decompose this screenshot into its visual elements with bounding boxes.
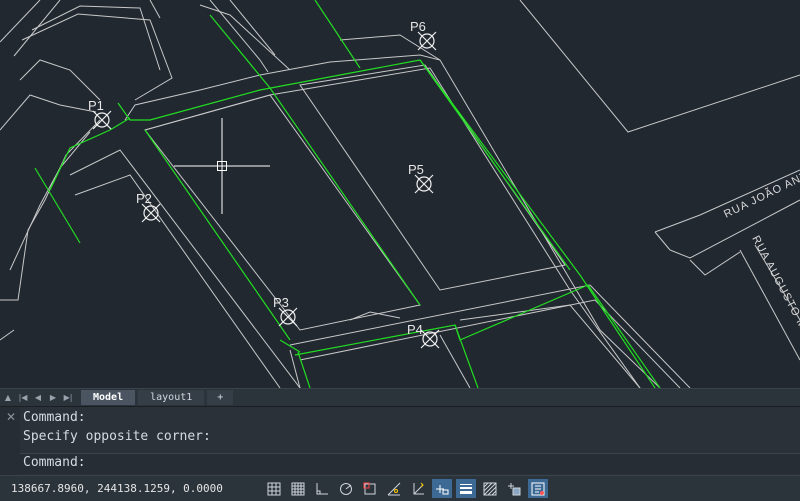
snap-grid-icon[interactable]: [288, 479, 308, 498]
object-snap-tracking-icon[interactable]: [384, 479, 404, 498]
grid-display-icon[interactable]: [264, 479, 284, 498]
last-tab-icon[interactable]: ▶|: [61, 390, 75, 405]
ortho-icon[interactable]: [312, 479, 332, 498]
tab-layout1[interactable]: layout1: [138, 390, 205, 405]
command-history-line: Specify opposite corner:: [23, 429, 211, 444]
tab-scroll-up-icon[interactable]: ▲: [1, 390, 15, 405]
transparency-icon[interactable]: [480, 479, 500, 498]
layout-tab-bar: ▲ |◀ ◀ ▶ ▶| Model layout1 +: [0, 388, 800, 406]
lineweight-icon[interactable]: [456, 479, 476, 498]
point-marker-p4[interactable]: [420, 329, 440, 349]
tab-model[interactable]: Model: [81, 390, 136, 405]
polar-tracking-icon[interactable]: [336, 479, 356, 498]
point-label-p5: P5: [408, 162, 424, 177]
point-label-p2: P2: [136, 191, 152, 206]
point-marker-p5[interactable]: [414, 174, 434, 194]
linework: [0, 0, 800, 388]
add-layout-tab-button[interactable]: +: [207, 390, 234, 405]
object-snap-icon[interactable]: [360, 479, 380, 498]
point-labels: P1 P2 P3 P4 P5 P6: [88, 19, 426, 337]
crosshair-cursor-icon: [174, 118, 270, 214]
point-marker-p3[interactable]: [278, 307, 298, 327]
cursor-coordinates[interactable]: 138667.8960, 244138.1259, 0.0000: [11, 482, 223, 495]
point-marker-p6[interactable]: [417, 31, 437, 51]
close-icon[interactable]: ✕: [4, 410, 18, 424]
parcel-boundary: [34, 0, 661, 388]
point-marker-p1[interactable]: [92, 110, 112, 130]
command-prompt: Command:: [23, 455, 86, 470]
model-space-canvas[interactable]: P1 P2 P3 P4 P5 P6 RUA JOÃO ANT RUA AUGUS…: [0, 0, 800, 388]
command-line-panel: ✕ Command: Specify opposite corner: Comm…: [0, 406, 800, 475]
selection-cycling-icon[interactable]: [504, 479, 524, 498]
dynamic-input-icon[interactable]: [432, 479, 452, 498]
drawing-svg[interactable]: P1 P2 P3 P4 P5 P6 RUA JOÃO ANT RUA AUGUS…: [0, 0, 800, 388]
command-history-line: Command:: [23, 410, 86, 425]
street-label-rua-joao: RUA JOÃO ANT: [722, 169, 800, 221]
street-label-rua-augusto: RUA AUGUSTO M: [749, 234, 800, 332]
command-input[interactable]: [110, 456, 794, 473]
next-tab-icon[interactable]: ▶: [46, 390, 60, 405]
annotation-monitor-icon[interactable]: [528, 479, 548, 498]
dynamic-ucs-icon[interactable]: [408, 479, 428, 498]
status-toggle-tools: [264, 479, 552, 498]
command-input-row: Command:: [20, 453, 800, 474]
previous-tab-icon[interactable]: ◀: [31, 390, 45, 405]
survey-points: [92, 31, 440, 349]
point-label-p4: P4: [407, 322, 423, 337]
point-label-p3: P3: [273, 295, 289, 310]
status-bar: 138667.8960, 244138.1259, 0.0000: [0, 475, 800, 501]
point-label-p6: P6: [410, 19, 426, 34]
first-tab-icon[interactable]: |◀: [16, 390, 30, 405]
point-label-p1: P1: [88, 98, 104, 113]
